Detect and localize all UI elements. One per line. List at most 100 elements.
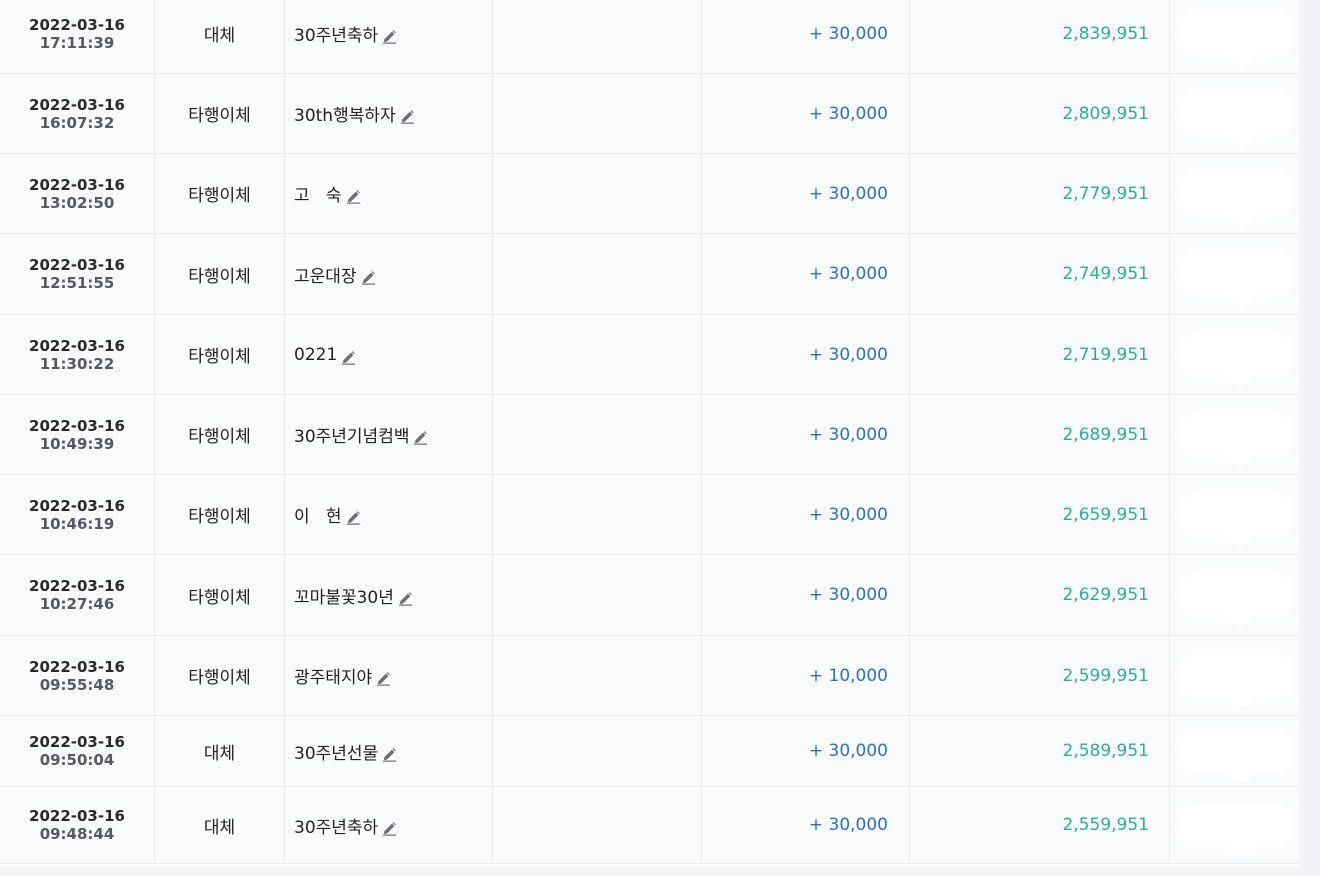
redacted-cell bbox=[1170, 234, 1299, 314]
redacted-cell bbox=[1170, 315, 1299, 394]
table-row[interactable]: 2022-03-16 10:46:19 타행이체 이 현 + 30,000 2,659,9… bbox=[0, 475, 1299, 555]
deposit-amount: + 10,000 bbox=[808, 665, 888, 686]
balance-cell: 2,629,951 bbox=[910, 555, 1170, 635]
transaction-date: 2022-03-16 bbox=[29, 807, 125, 825]
redaction-mark bbox=[1180, 16, 1292, 65]
transaction-type-cell: 대체 bbox=[155, 716, 285, 786]
amount-cell: + 30,000 bbox=[702, 475, 910, 554]
memo-cell: 0221 bbox=[285, 315, 493, 394]
redacted-cell bbox=[1170, 555, 1299, 635]
pencil-icon[interactable] bbox=[361, 270, 376, 285]
pencil-icon[interactable] bbox=[382, 821, 397, 836]
balance-cell: 2,689,951 bbox=[910, 395, 1170, 474]
deposit-amount: + 30,000 bbox=[808, 103, 888, 124]
balance-cell: 2,749,951 bbox=[910, 234, 1170, 314]
balance-amount: 2,689,951 bbox=[1062, 424, 1149, 445]
redaction-mark bbox=[1180, 808, 1292, 856]
datetime-cell: 2022-03-16 10:27:46 bbox=[0, 555, 155, 635]
transaction-type: 타행이체 bbox=[188, 186, 251, 206]
deposit-amount: + 30,000 bbox=[808, 815, 888, 835]
empty-cell bbox=[493, 716, 702, 786]
redaction-mark bbox=[1180, 497, 1292, 546]
pencil-icon[interactable] bbox=[341, 350, 356, 365]
datetime-cell: 2022-03-16 09:55:48 bbox=[0, 636, 155, 715]
transaction-type: 타행이체 bbox=[188, 427, 251, 447]
amount-cell: + 30,000 bbox=[702, 74, 910, 153]
memo-cell: 고운대장 bbox=[285, 234, 493, 314]
redaction-mark bbox=[1180, 96, 1292, 145]
balance-amount: 2,589,951 bbox=[1062, 741, 1149, 761]
redacted-cell bbox=[1170, 74, 1299, 153]
redacted-cell bbox=[1170, 395, 1299, 474]
balance-amount: 2,629,951 bbox=[1062, 585, 1149, 605]
amount-cell: + 30,000 bbox=[702, 787, 910, 863]
deposit-amount: + 30,000 bbox=[808, 264, 888, 284]
redacted-cell bbox=[1170, 787, 1299, 863]
table-row[interactable]: 2022-03-16 16:07:32 타행이체 30th행복하자 + 30,000 2,… bbox=[0, 74, 1299, 154]
memo-text: 이 현 bbox=[294, 507, 342, 527]
balance-amount: 2,659,951 bbox=[1062, 504, 1149, 525]
transaction-time: 09:48:44 bbox=[39, 825, 115, 843]
transaction-time: 11:30:22 bbox=[39, 354, 115, 373]
amount-cell: + 30,000 bbox=[702, 395, 910, 474]
table-row[interactable]: 2022-03-16 09:50:04 대체 30주년선물 + 30,000 2,589,… bbox=[0, 716, 1299, 787]
table-row[interactable]: 2022-03-16 09:48:44 대체 30주년축하 + 30,000 2,559,… bbox=[0, 787, 1299, 864]
redaction-mark bbox=[1180, 578, 1292, 626]
table-row[interactable]: 2022-03-16 13:02:50 타행이체 고 숙 + 30,000 2,779,9… bbox=[0, 154, 1299, 234]
redacted-cell bbox=[1170, 475, 1299, 554]
pencil-icon[interactable] bbox=[382, 747, 397, 762]
redaction-mark bbox=[1180, 658, 1292, 707]
pencil-icon[interactable] bbox=[382, 29, 397, 44]
pencil-icon[interactable] bbox=[346, 189, 361, 204]
memo-text: 꼬마불꽃30년 bbox=[294, 587, 394, 608]
transaction-type: 대체 bbox=[203, 26, 236, 46]
transaction-type: 대체 bbox=[203, 743, 236, 764]
memo-text: 광주태지야 bbox=[294, 668, 373, 688]
transaction-date: 2022-03-16 bbox=[29, 256, 125, 274]
transaction-time: 13:02:50 bbox=[39, 193, 115, 212]
empty-cell bbox=[493, 0, 702, 73]
deposit-amount: + 30,000 bbox=[808, 585, 888, 605]
amount-cell: + 30,000 bbox=[702, 234, 910, 314]
empty-cell bbox=[493, 787, 702, 863]
transaction-type: 타행이체 bbox=[188, 106, 251, 126]
redacted-cell bbox=[1170, 716, 1299, 786]
transaction-type: 타행이체 bbox=[188, 266, 251, 287]
table-row[interactable]: 2022-03-16 10:49:39 타행이체 30주년기념컴백 + 30,000 2,… bbox=[0, 395, 1299, 475]
transaction-type-cell: 타행이체 bbox=[155, 74, 285, 153]
amount-cell: + 30,000 bbox=[702, 716, 910, 786]
deposit-amount: + 30,000 bbox=[808, 741, 888, 761]
datetime-cell: 2022-03-16 16:07:32 bbox=[0, 74, 155, 153]
pencil-icon[interactable] bbox=[413, 430, 428, 445]
balance-cell: 2,809,951 bbox=[910, 74, 1170, 153]
memo-text: 30th행복하자 bbox=[294, 106, 396, 126]
table-row[interactable]: 2022-03-16 10:27:46 타행이체 꼬마불꽃30년 + 30,000 2,6… bbox=[0, 555, 1299, 636]
transaction-date: 2022-03-16 bbox=[29, 733, 125, 751]
table-row[interactable]: 2022-03-16 17:11:39 대체 30주년축하 + 30,000 2,839,… bbox=[0, 0, 1299, 74]
redaction-mark bbox=[1180, 257, 1292, 305]
memo-text: 30주년기념컴백 bbox=[294, 427, 410, 447]
pencil-icon[interactable] bbox=[400, 109, 415, 124]
memo-cell: 꼬마불꽃30년 bbox=[285, 555, 493, 635]
balance-cell: 2,659,951 bbox=[910, 475, 1170, 554]
pencil-icon[interactable] bbox=[376, 671, 391, 686]
transaction-time: 16:07:32 bbox=[39, 113, 115, 132]
transaction-type-cell: 타행이체 bbox=[155, 475, 285, 554]
table-row[interactable]: 2022-03-16 11:30:22 타행이체 0221 + 30,000 2,719,… bbox=[0, 315, 1299, 395]
redaction-mark bbox=[1180, 734, 1292, 782]
table-row[interactable]: 2022-03-16 09:55:48 타행이체 광주태지야 + 10,000 2,599… bbox=[0, 636, 1299, 716]
transaction-type-cell: 타행이체 bbox=[155, 234, 285, 314]
amount-cell: + 30,000 bbox=[702, 315, 910, 394]
memo-cell: 30주년선물 bbox=[285, 716, 493, 786]
transaction-type-cell: 대체 bbox=[155, 787, 285, 863]
pencil-icon[interactable] bbox=[346, 510, 361, 525]
transaction-time: 12:51:55 bbox=[39, 274, 115, 292]
empty-cell bbox=[493, 74, 702, 153]
redacted-cell bbox=[1170, 154, 1299, 233]
transaction-rows: 2022-03-16 17:11:39 대체 30주년축하 + 30,000 2,839,… bbox=[0, 0, 1299, 864]
pencil-icon[interactable] bbox=[398, 591, 413, 606]
table-row[interactable]: 2022-03-16 12:51:55 타행이체 고운대장 + 30,000 2,749,… bbox=[0, 234, 1299, 315]
balance-amount: 2,559,951 bbox=[1062, 815, 1149, 835]
transaction-date: 2022-03-16 bbox=[29, 15, 125, 34]
balance-cell: 2,589,951 bbox=[910, 716, 1170, 786]
